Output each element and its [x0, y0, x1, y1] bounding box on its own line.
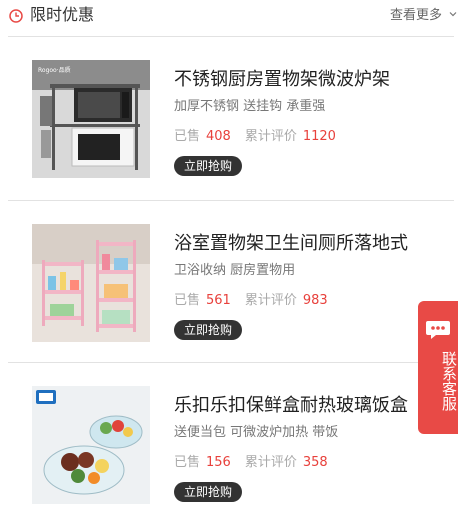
reviews-count: 983 — [302, 293, 328, 308]
product-stats: 已售 408 累计评价 1120 — [174, 128, 350, 146]
glass-lunchbox-photo — [32, 386, 150, 504]
product-card[interactable]: Rogoo·品质 不锈钢厨房置物架微波炉架 加厚不锈钢 送挂钩 承重强 已售 4… — [0, 38, 460, 200]
sold-label: 已售 — [174, 293, 201, 308]
product-card[interactable]: 乐扣乐扣保鲜盒耐热玻璃饭盒 送便当包 可微波炉加热 带饭 已售 156 累计评价 35… — [0, 364, 460, 513]
buy-now-button[interactable]: 立即抢购 — [174, 482, 243, 502]
product-title[interactable]: 乐扣乐扣保鲜盒耐热玻璃饭盒 — [174, 394, 408, 418]
sold-count: 156 — [206, 455, 231, 470]
product-image[interactable] — [32, 224, 150, 342]
product-image[interactable]: Rogoo·品质 — [32, 60, 150, 178]
customer-service-button[interactable]: 联系客服 — [418, 301, 458, 434]
clock-icon — [9, 9, 23, 23]
section-header: 限时优惠 查看更多 — [0, 0, 460, 32]
brand-watermark: Rogoo·品质 — [38, 66, 71, 74]
reviews-label: 累计评价 — [244, 293, 297, 308]
reviews-label: 累计评价 — [244, 129, 297, 144]
limited-offer-page: 限时优惠 查看更多 Rogoo·品质 不锈钢厨房置物架微波炉架 加厚不锈钢 送挂… — [0, 0, 472, 513]
view-more-link[interactable]: 查看更多 — [390, 8, 442, 24]
buy-now-button[interactable]: 立即抢购 — [174, 320, 243, 340]
microwave-rack-photo: Rogoo·品质 — [32, 60, 150, 178]
sold-label: 已售 — [174, 455, 201, 470]
row-divider — [8, 200, 454, 201]
product-title[interactable]: 不锈钢厨房置物架微波炉架 — [174, 68, 390, 92]
product-stats: 已售 561 累计评价 983 — [174, 292, 342, 310]
reviews-count: 1120 — [302, 129, 336, 144]
sold-count: 408 — [206, 129, 231, 144]
customer-service-label: 联系客服 — [440, 351, 458, 411]
sold-count: 561 — [206, 293, 231, 308]
bathroom-shelf-photo — [32, 224, 150, 342]
product-subtitle: 加厚不锈钢 送挂钩 承重强 — [174, 99, 326, 114]
product-image[interactable] — [32, 386, 150, 504]
product-subtitle: 卫浴收纳 厨房置物用 — [174, 263, 296, 278]
reviews-count: 358 — [302, 455, 328, 470]
reviews-label: 累计评价 — [244, 455, 297, 470]
chat-bubble-icon — [426, 321, 450, 339]
header-divider — [8, 36, 454, 37]
row-divider — [8, 362, 454, 363]
product-title[interactable]: 浴室置物架卫生间厕所落地式 — [174, 232, 408, 256]
section-title: 限时优惠 — [30, 5, 95, 24]
buy-now-button[interactable]: 立即抢购 — [174, 156, 243, 176]
product-card[interactable]: 浴室置物架卫生间厕所落地式 卫浴收纳 厨房置物用 已售 561 累计评价 983 立即… — [0, 202, 460, 364]
chevron-down-icon[interactable] — [448, 9, 458, 19]
sold-label: 已售 — [174, 129, 201, 144]
product-subtitle: 送便当包 可微波炉加热 带饭 — [174, 425, 339, 440]
product-stats: 已售 156 累计评价 358 — [174, 454, 342, 472]
